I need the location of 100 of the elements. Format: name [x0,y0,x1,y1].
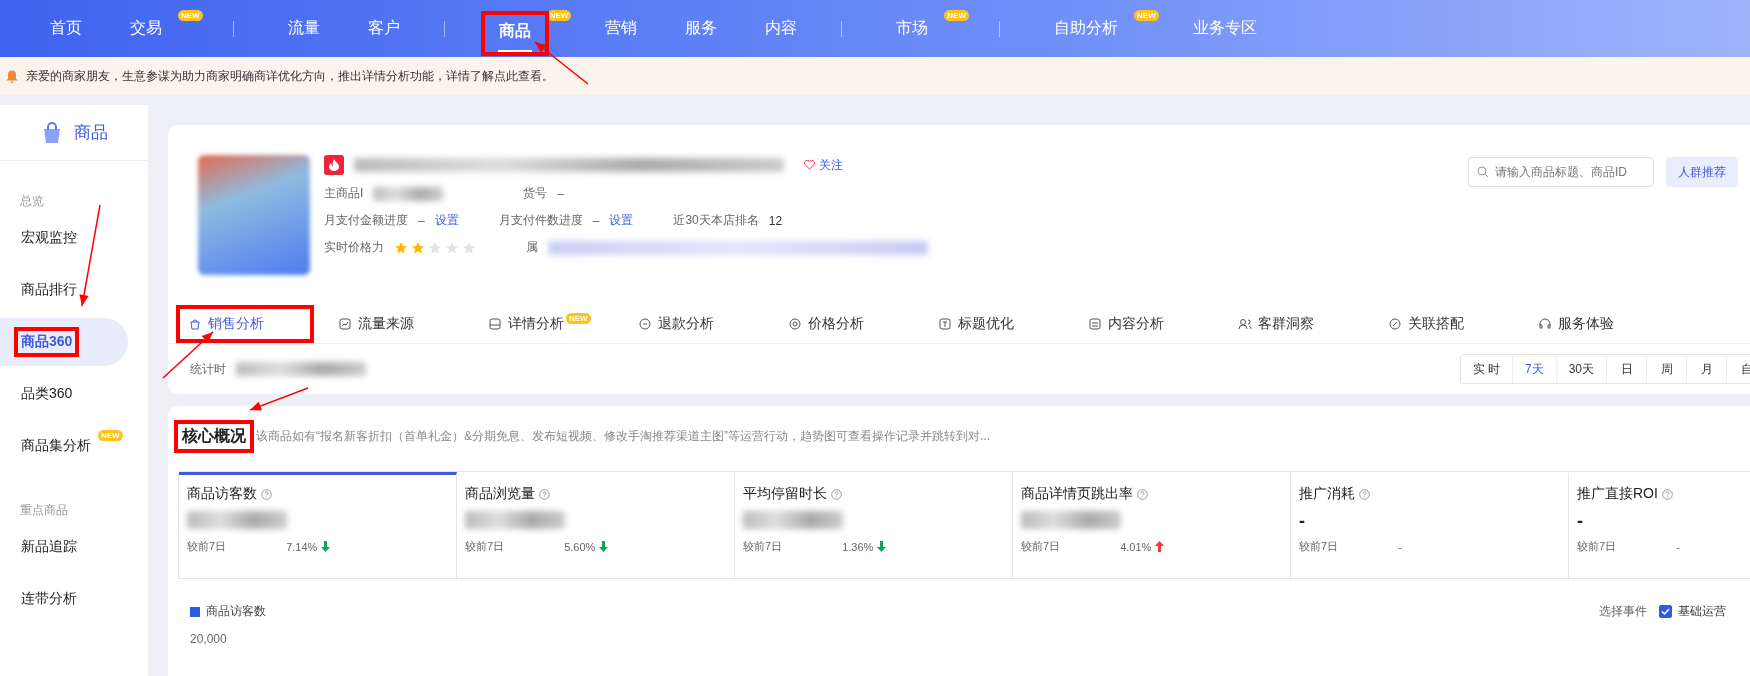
legend-label: 商品访客数 [206,603,266,620]
sidebar-label: 商品排行 [20,280,78,299]
compare-label: 较前7日 [1299,539,1339,554]
change-value: 5.60% [564,540,596,553]
star-icon [462,240,476,255]
legend-swatch [190,606,200,617]
checkbox[interactable] [1659,605,1672,618]
event-label: 选择事件 [1599,603,1647,620]
tab[interactable]: 价格分析 [780,309,930,339]
tab-icon [1538,317,1552,331]
nav-tab[interactable]: 客户 [353,12,414,45]
period-button[interactable]: 实 时 [1460,355,1513,383]
metric-card[interactable]: 推广直接ROI - 较前7日 - [1569,472,1750,578]
star-icon [428,240,442,255]
metric-card[interactable]: 推广消耗 - 较前7日 - [1291,472,1569,578]
tab[interactable]: 标题优化 [930,309,1080,339]
tab-icon [338,317,352,331]
star-icon [394,240,408,255]
sidebar-item[interactable]: 商品360 [0,318,128,366]
attribute-label: 属 [526,239,538,256]
help-icon [1137,488,1148,500]
new-badge: NEW [546,10,572,21]
metric-card[interactable]: 平均停留时长 较前7日 1.36% [735,472,1013,578]
sku-label: 货号 [523,185,548,202]
tab[interactable]: 销售分析 [180,309,310,339]
new-badge: NEW [1134,10,1159,21]
metric-value: - [1299,511,1306,531]
sidebar-label: 宏观监控 [20,228,78,247]
help-icon [1661,488,1673,500]
metric-label: 商品详情页跳出率 [1021,485,1133,503]
follow-link[interactable]: 关注 [804,156,843,174]
help-icon [831,488,842,500]
compare-label: 较前7日 [743,539,783,554]
tab-icon [938,317,952,331]
sidebar-label: 品类360 [20,384,74,403]
rank-label: 近30天本店排名 [673,212,759,229]
sidebar-item[interactable]: 品类360 [0,370,148,418]
progress-value: – [418,213,425,228]
new-badge: NEW [566,313,591,324]
sidebar-heading: 重点商品 [19,502,69,519]
sidebar-label: 商品集分析 [20,436,92,455]
sidebar-item[interactable]: 连带分析 [0,575,148,623]
new-badge: NEW [98,430,123,441]
compare-label: 较前7日 [465,539,505,554]
sidebar-item[interactable]: 商品集分析 NEW [0,422,148,470]
metric-label: 平均停留时长 [743,485,827,503]
nav-tab[interactable]: 首页 [36,12,96,45]
nav-tab[interactable]: 服务 [671,12,732,45]
tab[interactable]: 详情分析 NEW [480,309,630,339]
nav-tab[interactable]: 交易 [116,12,176,45]
compare-label: 较前7日 [1577,539,1617,554]
star-icon [411,240,425,255]
annotation-arrow [162,331,214,379]
sidebar-item[interactable]: 商品排行 [0,266,148,314]
audience-button[interactable]: 人群推荐 [1666,157,1738,187]
price-power-label: 实时价格力 [324,239,384,256]
annotation-arrow [249,387,309,411]
nav-tab[interactable]: 流量 [273,12,334,45]
help-icon [539,488,550,500]
metric-value: - [1577,511,1584,531]
change-value: 4.01% [1120,540,1152,553]
progress-label: 月支付金额进度 [324,212,408,229]
metric-card[interactable]: 商品详情页跳出率 较前7日 4.01% [1013,472,1291,578]
metric-card[interactable]: 商品访客数 较前7日 7.14% [179,472,457,578]
tab[interactable]: 流量来源 [330,309,480,339]
sidebar-label: 连带分析 [20,589,78,608]
metric-label: 推广消耗 [1299,485,1355,503]
tab-icon [638,317,652,331]
tab[interactable]: 内容分析 [1080,309,1230,339]
tab-icon [1238,317,1252,331]
nav-tab[interactable]: 营销 [591,12,652,45]
settings-link[interactable]: 设置 [434,212,459,229]
search-field[interactable]: 请输入商品标题、商品ID [1468,157,1654,187]
stat-time-label: 统计时 [190,360,226,378]
metric-card[interactable]: 商品浏览量 较前7日 5.60% [457,472,735,578]
tab[interactable]: 关联搭配 [1380,309,1530,339]
checkbox-label: 基础运营 [1678,603,1726,620]
fire-icon [324,155,344,175]
rank-value: 12 [768,213,783,228]
notice-text: 亲爱的商家朋友，生意参谋为助力商家明确商详优化方向，推出详情分析功能，详情了解点此查看。 [26,67,554,85]
sidebar-item[interactable]: 新品追踪 [0,523,148,571]
tab-icon [188,317,202,331]
id-label: 主商品I [324,185,364,202]
metric-label: 推广直接ROI [1577,485,1658,503]
new-badge: NEW [178,10,203,21]
tab[interactable]: 退款分析 [630,309,780,339]
tab[interactable]: 客群洞察 [1230,309,1380,339]
tab[interactable]: 服务体验 [1530,309,1680,339]
help-icon [261,488,272,500]
tab-icon [1088,317,1102,331]
settings-link[interactable]: 设置 [609,212,634,229]
sidebar-item[interactable]: 宏观监控 [0,214,148,262]
tab-icon [788,317,802,331]
metric-label: 商品访客数 [187,485,257,503]
metric-label: 商品浏览量 [465,485,535,503]
section-description: 该商品如有“报名新客折扣（首单礼金）&分期免息、发布短视频、修改手淘推荐渠道主图”等运营行动，趋势图可查看操作记录并跳转到对... [256,428,990,445]
change-value: - [1676,540,1680,553]
sidebar-heading: 总览 [19,193,45,210]
progress-label: 月支付件数进度 [498,212,583,229]
sidebar-label: 新品追踪 [20,537,78,556]
